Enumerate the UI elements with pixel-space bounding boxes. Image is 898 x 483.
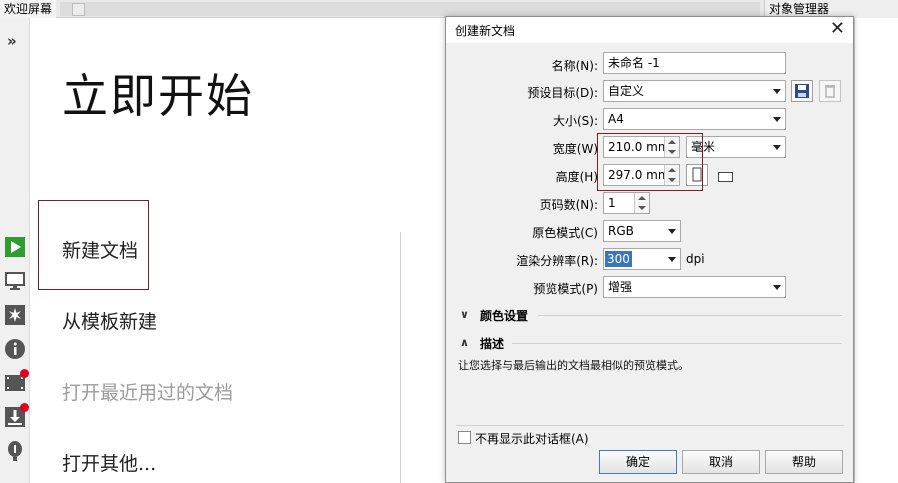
resolution-unit: dpi — [686, 252, 705, 266]
monitor-icon[interactable] — [4, 270, 26, 292]
size-highlight-box — [597, 133, 703, 191]
landscape-orientation-button[interactable] — [718, 172, 733, 182]
cancel-button[interactable]: 取消 — [682, 450, 760, 474]
tab-welcome-screen[interactable]: 欢迎屏幕 — [0, 0, 57, 18]
delete-preset-button[interactable] — [819, 80, 841, 102]
save-icon — [795, 84, 809, 98]
object-manager-panel — [854, 18, 898, 483]
preview-mode-value: 增强 — [608, 280, 633, 294]
sparkle-icon[interactable] — [4, 304, 26, 326]
color-settings-header[interactable]: 颜色设置 — [480, 307, 528, 324]
notification-badge — [20, 403, 29, 412]
chevron-down-icon — [668, 257, 676, 262]
preset-label: 预设目标(D): — [527, 86, 598, 100]
dont-show-checkbox[interactable] — [458, 431, 471, 444]
section-divider — [512, 343, 842, 344]
pages-label: 页码数(N): — [539, 198, 598, 212]
width-label: 宽度(W) — [552, 142, 598, 156]
balloon-icon[interactable] — [4, 440, 26, 462]
tab-strip — [60, 2, 760, 16]
size-label: 大小(S): — [552, 114, 598, 128]
name-label: 名称(N): — [551, 59, 598, 73]
name-field[interactable]: 未命名 -1 — [603, 52, 786, 74]
bottom-divider — [456, 425, 844, 426]
info-icon[interactable] — [4, 338, 26, 360]
collapse-chevrons-icon[interactable]: ∧ — [460, 336, 469, 349]
chevron-down-icon — [773, 117, 781, 122]
play-icon[interactable] — [4, 236, 26, 258]
chevron-down-icon — [773, 285, 781, 290]
notification-badge — [20, 369, 29, 378]
preview-mode-select[interactable]: 增强 — [603, 276, 786, 298]
create-new-document-dialog: 创建新文档 ✕ 名称(N): 未命名 -1 预设目标(D): 自定义 大小(S)… — [445, 16, 854, 483]
expand-panel-button[interactable]: » — [7, 32, 17, 50]
download-icon[interactable] — [4, 403, 29, 428]
size-value: A4 — [608, 112, 624, 126]
chevron-down-icon — [773, 145, 781, 150]
save-preset-button[interactable] — [791, 80, 813, 102]
pages-field[interactable]: 1 — [603, 192, 650, 214]
dialog-title: 创建新文档 — [455, 24, 516, 38]
open-other-link[interactable]: 打开其他... — [62, 449, 156, 476]
trash-icon — [825, 85, 835, 98]
page-title: 立即开始 — [62, 69, 254, 123]
color-mode-select[interactable]: RGB — [603, 220, 681, 242]
section-divider — [538, 315, 842, 316]
size-select[interactable]: A4 — [603, 108, 786, 130]
color-mode-value: RGB — [608, 224, 634, 238]
preset-value: 自定义 — [608, 84, 645, 98]
new-document-link[interactable]: 新建文档 — [62, 236, 138, 263]
resolution-label: 渲染分辨率(R): — [516, 254, 598, 268]
preset-select[interactable]: 自定义 — [603, 80, 786, 102]
new-from-template-link[interactable]: 从模板新建 — [62, 307, 157, 334]
content-divider — [400, 232, 401, 483]
description-header[interactable]: 描述 — [480, 335, 504, 352]
help-button[interactable]: 帮助 — [765, 450, 843, 474]
film-icon[interactable] — [4, 369, 29, 394]
preview-mode-label: 预览模式(P) — [533, 282, 598, 296]
resolution-value: 300 — [605, 251, 632, 267]
color-mode-label: 原色模式(C) — [532, 226, 598, 240]
pages-value: 1 — [608, 196, 616, 210]
ok-button[interactable]: 确定 — [599, 450, 677, 474]
resolution-select[interactable]: 300 — [603, 248, 681, 270]
expand-chevrons-icon[interactable]: ∨ — [460, 308, 469, 321]
chevron-down-icon — [668, 229, 676, 234]
open-recent-link[interactable]: 打开最近用过的文档 — [62, 378, 233, 405]
close-icon[interactable]: ✕ — [830, 18, 845, 39]
height-label: 高度(H) — [555, 170, 598, 184]
pages-stepper[interactable] — [634, 193, 649, 213]
description-text: 让您选择与最后输出的文档最相似的预览模式。 — [458, 359, 689, 372]
dialog-titlebar: 创建新文档 ✕ — [446, 17, 853, 43]
left-icon-rail: » — [0, 18, 30, 483]
tab-scroll-button[interactable] — [72, 3, 85, 16]
dont-show-label: 不再显示此对话框(A) — [475, 432, 589, 446]
chevron-down-icon — [773, 89, 781, 94]
